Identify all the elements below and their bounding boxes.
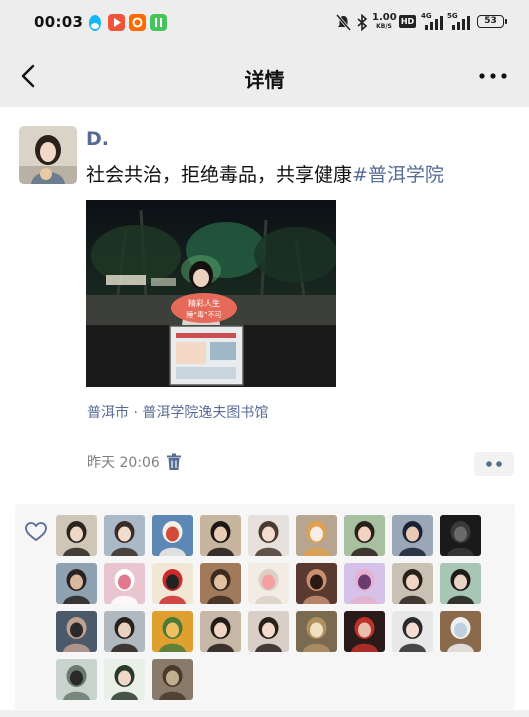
wechat-mini-icon bbox=[150, 14, 167, 31]
liker-avatar[interactable] bbox=[248, 515, 289, 556]
liker-avatar[interactable] bbox=[344, 515, 385, 556]
likes-panel bbox=[15, 504, 515, 709]
avatar-image bbox=[56, 611, 97, 652]
liker-avatar[interactable] bbox=[152, 611, 193, 652]
status-bar: 00:03 1.00 KB/S HD 4G 5G 53 bbox=[0, 0, 529, 46]
avatar-image bbox=[440, 563, 481, 604]
avatar-image bbox=[200, 515, 241, 556]
liker-avatar[interactable] bbox=[152, 515, 193, 556]
heart-icon bbox=[25, 522, 47, 541]
net-speed: 1.00 KB/S bbox=[372, 12, 397, 31]
avatar-image bbox=[392, 611, 433, 652]
avatar-image bbox=[392, 515, 433, 556]
liker-avatar[interactable] bbox=[104, 659, 145, 700]
two-dots-icon bbox=[486, 461, 502, 467]
avatar-image bbox=[248, 611, 289, 652]
liker-avatar[interactable] bbox=[56, 563, 97, 604]
liker-avatar[interactable] bbox=[56, 611, 97, 652]
liker-avatar[interactable] bbox=[152, 563, 193, 604]
liker-avatar[interactable] bbox=[296, 611, 337, 652]
avatar-image bbox=[296, 611, 337, 652]
avatar-image bbox=[392, 563, 433, 604]
avatar-image bbox=[200, 563, 241, 604]
avatar-image bbox=[152, 611, 193, 652]
liker-avatar[interactable] bbox=[344, 563, 385, 604]
liker-avatar[interactable] bbox=[200, 563, 241, 604]
liker-avatar[interactable] bbox=[392, 515, 433, 556]
mute-bell-icon bbox=[336, 14, 351, 31]
avatar-image bbox=[56, 515, 97, 556]
liker-avatar[interactable] bbox=[392, 611, 433, 652]
post-body: 社会共治，拒绝毒品，共享健康 bbox=[86, 164, 353, 186]
avatar-image bbox=[440, 611, 481, 652]
liker-avatar[interactable] bbox=[104, 515, 145, 556]
avatar-photo bbox=[19, 126, 77, 184]
avatar-image bbox=[248, 515, 289, 556]
photo-sign-line1: 精彩人生 bbox=[188, 298, 220, 308]
liker-avatar[interactable] bbox=[440, 515, 481, 556]
avatar-image bbox=[104, 659, 145, 700]
trash-icon[interactable] bbox=[166, 453, 182, 471]
location-link[interactable]: 普洱市 · 普洱学院逸夫图书馆 bbox=[87, 402, 268, 422]
liker-avatar[interactable] bbox=[248, 563, 289, 604]
liker-avatar[interactable] bbox=[248, 611, 289, 652]
liker-avatar[interactable] bbox=[104, 611, 145, 652]
comment-like-button[interactable] bbox=[474, 452, 514, 476]
avatar-image bbox=[152, 515, 193, 556]
battery-icon: 53 bbox=[477, 15, 507, 28]
status-time: 00:03 bbox=[34, 13, 84, 31]
bottom-divider bbox=[0, 710, 529, 717]
liker-avatar[interactable] bbox=[392, 563, 433, 604]
signal-bars-icon bbox=[452, 16, 470, 30]
post-text: 社会共治，拒绝毒品，共享健康#普洱学院 bbox=[86, 160, 444, 187]
signal-5g: 5G bbox=[447, 12, 471, 32]
avatar-image bbox=[248, 563, 289, 604]
nav-bar: 详情 bbox=[0, 46, 529, 107]
avatar-image bbox=[152, 659, 193, 700]
hd-badge: HD bbox=[399, 15, 416, 28]
signal-bars-icon bbox=[425, 16, 443, 30]
avatar-image bbox=[440, 515, 481, 556]
liker-avatar[interactable] bbox=[152, 659, 193, 700]
liker-avatar[interactable] bbox=[296, 515, 337, 556]
liker-avatar[interactable] bbox=[56, 659, 97, 700]
hashtag-link[interactable]: #普洱学院 bbox=[352, 164, 444, 186]
avatar-image bbox=[56, 563, 97, 604]
taobao-icon bbox=[129, 14, 146, 31]
bluetooth-icon bbox=[357, 14, 368, 31]
avatar-image bbox=[296, 563, 337, 604]
avatar-image bbox=[56, 659, 97, 700]
post-photo[interactable]: 精彩人生 睡“毒”不可 bbox=[86, 200, 336, 387]
liker-avatar[interactable] bbox=[104, 563, 145, 604]
page-title: 详情 bbox=[244, 68, 285, 92]
author-name[interactable]: D. bbox=[86, 128, 109, 150]
video-play-icon bbox=[108, 14, 125, 31]
avatar-image bbox=[344, 515, 385, 556]
author-avatar[interactable] bbox=[19, 126, 77, 184]
liker-avatar[interactable] bbox=[440, 611, 481, 652]
photo-sign-line2: 睡“毒”不可 bbox=[186, 310, 221, 319]
qq-penguin-icon bbox=[89, 15, 101, 31]
avatar-image bbox=[104, 611, 145, 652]
liker-avatar[interactable] bbox=[344, 611, 385, 652]
avatar-image bbox=[152, 563, 193, 604]
avatar-image bbox=[104, 515, 145, 556]
post-time: 昨天 20:06 bbox=[87, 455, 160, 471]
avatar-image bbox=[344, 611, 385, 652]
liker-avatar[interactable] bbox=[56, 515, 97, 556]
liker-avatar[interactable] bbox=[440, 563, 481, 604]
avatar-image bbox=[104, 563, 145, 604]
night-photo: 精彩人生 睡“毒”不可 bbox=[86, 200, 336, 387]
avatar-image bbox=[296, 515, 337, 556]
signal-4g: 4G bbox=[421, 12, 443, 32]
more-dots-icon[interactable] bbox=[477, 64, 509, 88]
liker-avatar[interactable] bbox=[296, 563, 337, 604]
liker-avatar[interactable] bbox=[200, 611, 241, 652]
moment-post: D. 社会共治，拒绝毒品，共享健康#普洱学院 精彩人生 睡“毒”不可 普洱市 ·… bbox=[0, 107, 529, 717]
avatar-image bbox=[344, 563, 385, 604]
liker-avatar[interactable] bbox=[200, 515, 241, 556]
avatar-image bbox=[200, 611, 241, 652]
